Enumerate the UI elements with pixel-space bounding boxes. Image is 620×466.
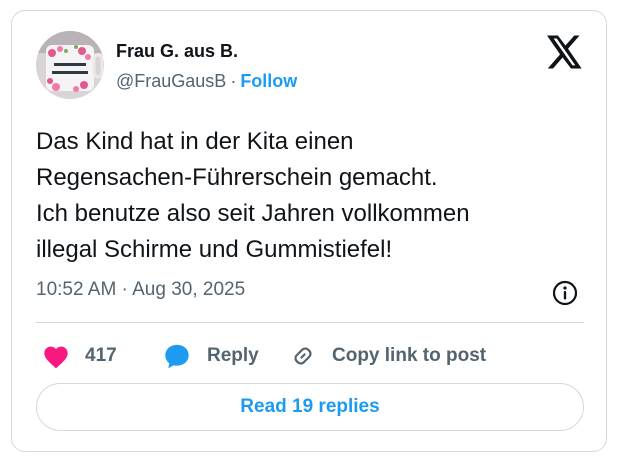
reply-button[interactable]: Reply (163, 341, 259, 371)
info-icon[interactable] (552, 280, 578, 306)
heart-icon (44, 346, 68, 369)
copy-link-button[interactable]: Copy link to post (290, 341, 486, 371)
author-handle-row: @FrauGausB · Follow (116, 71, 297, 92)
post-text-line: illegal Schirme und Gummistiefel! (36, 236, 393, 263)
reply-label: Reply (207, 345, 259, 366)
speech-bubble-icon (165, 344, 189, 369)
separator-dot: · (230, 71, 237, 91)
author-handle[interactable]: @FrauGausB (116, 71, 226, 91)
mug-photo-avatar (36, 31, 104, 99)
follow-button[interactable]: Follow (240, 71, 297, 91)
read-replies-label: Read 19 replies (240, 396, 380, 417)
avatar[interactable] (36, 31, 104, 99)
post-timestamp[interactable]: 10:52 AM · Aug 30, 2025 (36, 279, 245, 301)
link-icon (294, 347, 312, 365)
like-button[interactable]: 417 (42, 341, 117, 371)
post-text: Das Kind hat in der Kita einen Regensach… (36, 124, 596, 268)
read-replies-button[interactable]: Read 19 replies (36, 383, 584, 431)
post-text-line: Regensachen-Führerschein gemacht. (36, 164, 438, 191)
post-text-line: Ich benutze also seit Jahren vollkommen (36, 200, 470, 227)
author-display-name[interactable]: Frau G. aus B. (116, 41, 238, 62)
x-logo-icon[interactable] (547, 35, 583, 69)
divider (36, 322, 584, 323)
like-count: 417 (85, 345, 117, 366)
embedded-post-card: Frau G. aus B. @FrauGausB · Follow Das Kin… (11, 10, 607, 452)
copy-link-label: Copy link to post (332, 345, 487, 366)
post-text-line: Das Kind hat in der Kita einen (36, 128, 354, 155)
